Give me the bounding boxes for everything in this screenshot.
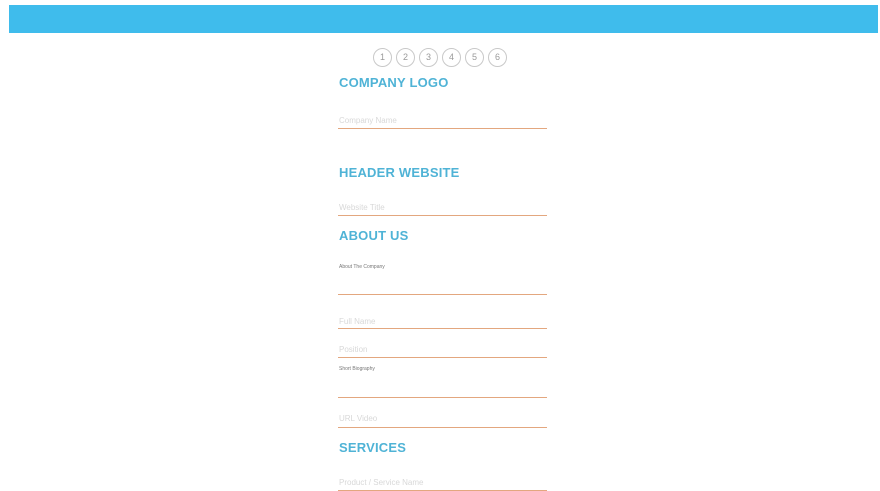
website-title-input[interactable] [338,203,547,212]
about-company-textarea[interactable] [338,270,547,294]
step-indicator: 1 2 3 4 5 6 [0,48,880,67]
company-logo-heading: COMPANY LOGO [339,75,449,90]
company-name-input[interactable] [338,116,547,125]
step-1-button[interactable]: 1 [373,48,392,67]
website-title-field [338,197,547,216]
service-name-input[interactable] [338,478,547,487]
full-name-input[interactable] [338,317,547,326]
step-4-button[interactable]: 4 [442,48,461,67]
short-biography-field [338,373,547,398]
step-6-button[interactable]: 6 [488,48,507,67]
company-name-field [338,110,547,129]
top-header-bar [9,5,878,33]
position-input[interactable] [338,345,547,354]
step-2-button[interactable]: 2 [396,48,415,67]
step-5-button[interactable]: 5 [465,48,484,67]
about-us-heading: ABOUT US [339,228,409,243]
url-video-field [338,408,547,428]
service-name-field [338,472,547,491]
short-biography-textarea[interactable] [338,373,547,397]
header-website-heading: HEADER WEBSITE [339,165,460,180]
url-video-input[interactable] [338,414,547,423]
step-3-button[interactable]: 3 [419,48,438,67]
services-heading: SERVICES [339,440,407,455]
position-field [338,339,547,358]
short-biography-label: Short Biography [339,366,375,372]
page: 1 2 3 4 5 6 COMPANY LOGO HEADER WEBSITE … [0,0,880,491]
full-name-field [338,311,547,329]
about-company-field [338,270,547,295]
